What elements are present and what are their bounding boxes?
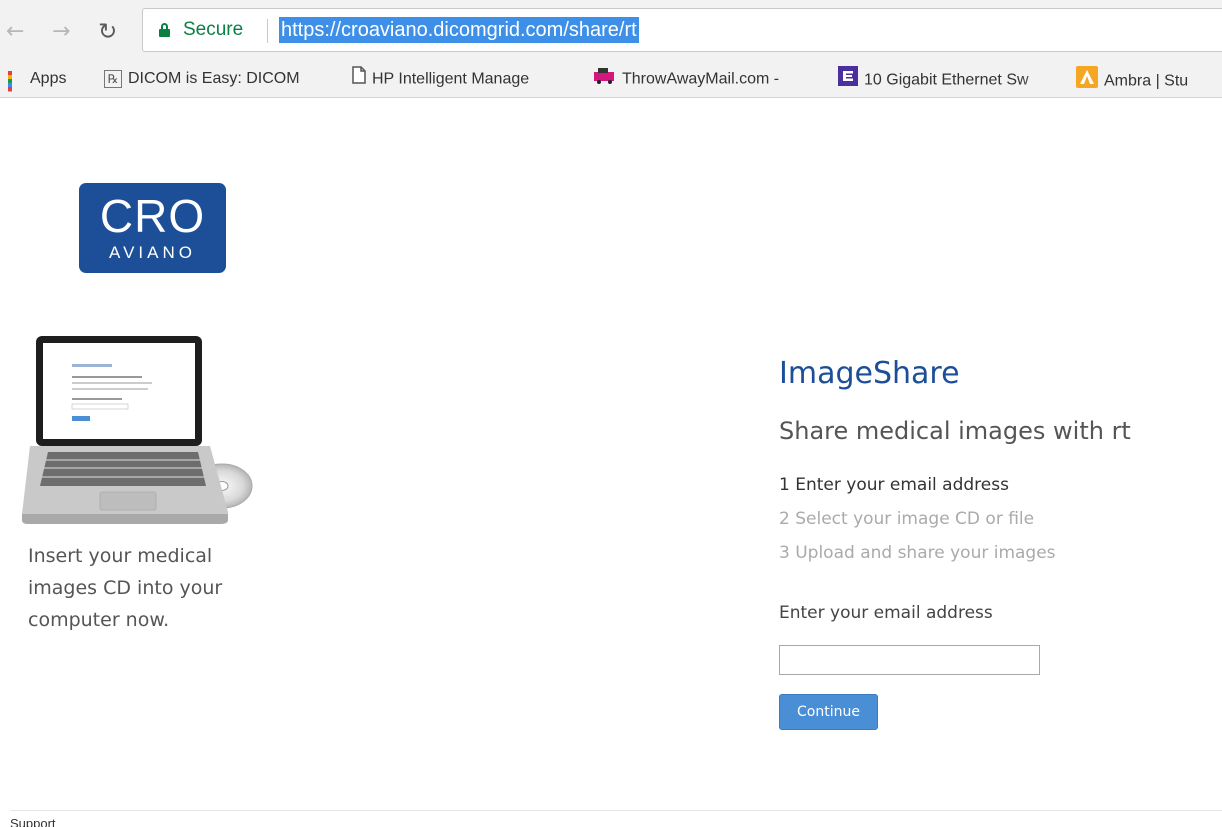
arrow-left-icon[interactable]: ← xyxy=(6,18,24,46)
page-subtitle: Share medical images with rt xyxy=(779,417,1131,445)
page-icon xyxy=(352,66,366,92)
e-logo-icon xyxy=(838,66,858,92)
bookmark-throwawaymail[interactable]: ThrowAwayMail.com - xyxy=(592,66,824,92)
bookmark-label: 10 Gigabit Ethernet Sw xyxy=(864,71,1029,89)
mail-truck-icon xyxy=(592,66,616,92)
step-item-2: 2 Select your image CD or file xyxy=(779,509,1035,529)
bookmark-label: DICOM is Easy: DICOM xyxy=(128,70,300,87)
browser-toolbar: ← → ↻ Secure https://croaviano.dicomgrid… xyxy=(0,0,1222,60)
laptop-cd-illustration xyxy=(22,334,254,530)
reload-icon[interactable]: ↻ xyxy=(98,18,117,46)
security-label[interactable]: Secure xyxy=(183,19,243,41)
arrow-right-icon[interactable]: → xyxy=(52,18,70,46)
support-link[interactable]: Support xyxy=(10,816,56,827)
bookmark-dicom[interactable]: ℞ DICOM is Easy: DICOM xyxy=(104,66,344,92)
omnibox-divider xyxy=(267,19,268,43)
cro-aviano-logo: CRO AVIANO xyxy=(79,183,226,273)
footer-divider xyxy=(10,810,1222,811)
rx-icon: ℞ xyxy=(104,69,122,88)
bookmark-label: Ambra | Stu xyxy=(1104,72,1189,90)
bookmark-hp[interactable]: HP Intelligent Manage xyxy=(352,66,580,92)
steps-list: 1 Enter your email address 2 Select your… xyxy=(779,468,1056,570)
bookmark-apps[interactable]: Apps xyxy=(8,66,98,92)
bookmark-label: HP Intelligent Manage xyxy=(372,70,530,88)
email-field[interactable] xyxy=(779,645,1040,675)
url-text[interactable]: https://croaviano.dicomgrid.com/share/rt xyxy=(279,17,639,43)
bookmark-10gig[interactable]: 10 Gigabit Ethernet Sw xyxy=(838,66,1066,92)
insert-cd-instruction: Insert your medical images CD into your … xyxy=(28,545,223,631)
logo-main-text: CRO xyxy=(99,190,206,242)
step-item-3: 3 Upload and share your images xyxy=(779,543,1056,563)
apps-grid-icon xyxy=(8,70,24,92)
address-bar[interactable]: Secure https://croaviano.dicomgrid.com/s… xyxy=(142,8,1222,52)
logo-sub-text: AVIANO xyxy=(109,243,196,262)
page-title: ImageShare xyxy=(779,356,960,391)
continue-button[interactable]: Continue xyxy=(779,694,878,730)
bookmark-label: ThrowAwayMail.com - xyxy=(622,70,780,88)
bookmark-ambra[interactable]: Ambra | Stu xyxy=(1076,66,1222,92)
email-label: Enter your email address xyxy=(779,603,993,623)
lock-icon[interactable] xyxy=(159,23,170,37)
ambra-triangle-icon xyxy=(1076,66,1098,92)
step-item-1: 1 Enter your email address xyxy=(779,475,1009,495)
bookmark-label: Apps xyxy=(30,70,67,87)
bookmarks-bar: Apps ℞ DICOM is Easy: DICOM HP Intelligen… xyxy=(0,60,1222,98)
